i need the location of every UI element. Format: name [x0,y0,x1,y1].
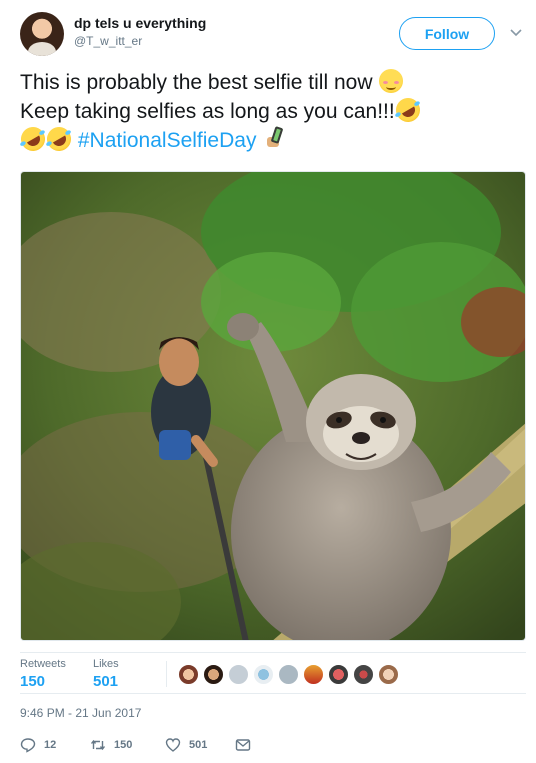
reply-icon [20,738,36,753]
retweets-label: Retweets [20,658,66,670]
likes-value: 501 [93,673,119,690]
sloth-selfie-image [21,172,525,640]
retweets-stat[interactable]: Retweets 150 [20,658,66,690]
follow-button[interactable]: Follow [399,17,495,50]
tweet-photo[interactable] [20,171,526,641]
retweet-icon [90,739,106,751]
direct-message-button[interactable] [235,736,259,754]
liker-avatar[interactable] [328,664,349,685]
tweet-line-3: #NationalSelfieDay [16,122,520,156]
author-avatar[interactable] [20,12,64,56]
tweet-line-2-text: Keep taking selfies as long as you can!!… [20,100,395,123]
rolling-laughing-emoji-icon [16,122,50,156]
like-count: 501 [189,739,208,751]
likes-label: Likes [93,658,119,670]
liker-avatar[interactable] [203,664,224,685]
liker-avatar[interactable] [278,664,299,685]
retweet-button[interactable]: 150 [90,736,132,754]
reply-button[interactable]: 12 [20,736,56,754]
liker-avatar[interactable] [228,664,249,685]
author-display-name[interactable]: dp tels u everything [74,15,206,31]
tweet-line-1: This is probably the best selfie till no… [20,68,520,97]
liker-avatar[interactable] [353,664,374,685]
liker-avatar[interactable] [378,664,399,685]
likes-stat[interactable]: Likes 501 [93,658,119,690]
tweet-timestamp[interactable]: 9:46 PM - 21 Jun 2017 [20,706,141,720]
chevron-down-icon[interactable] [508,24,524,40]
reply-count: 12 [44,739,57,751]
liker-avatar[interactable] [178,664,199,685]
tweet-line-2: Keep taking selfies as long as you can!!… [20,93,520,127]
author-handle[interactable]: @T_w_itt_er [74,34,142,48]
selfie-phone-emoji-icon [263,127,287,151]
stats-divider [166,661,167,687]
liker-avatar[interactable] [303,664,324,685]
tweet-actions: 12 150 501 [20,732,526,756]
rolling-laughing-emoji-icon [42,122,76,156]
tweet-header: dp tels u everything @T_w_itt_er Follow [20,12,526,58]
retweet-count: 150 [114,739,133,751]
tweet-text: This is probably the best selfie till no… [16,68,520,156]
hashtag-link[interactable]: #NationalSelfieDay [78,129,257,152]
retweets-value: 150 [20,673,46,690]
heart-icon [165,738,181,752]
rolling-laughing-emoji-icon [391,93,425,127]
tweet-line-1-text: This is probably the best selfie till no… [20,71,373,94]
tweet-stats: Retweets 150 Likes 501 [20,652,526,694]
envelope-icon [235,739,251,751]
smiling-face-emoji-icon [379,69,404,93]
like-button[interactable]: 501 [165,736,207,754]
liker-avatar[interactable] [253,664,274,685]
